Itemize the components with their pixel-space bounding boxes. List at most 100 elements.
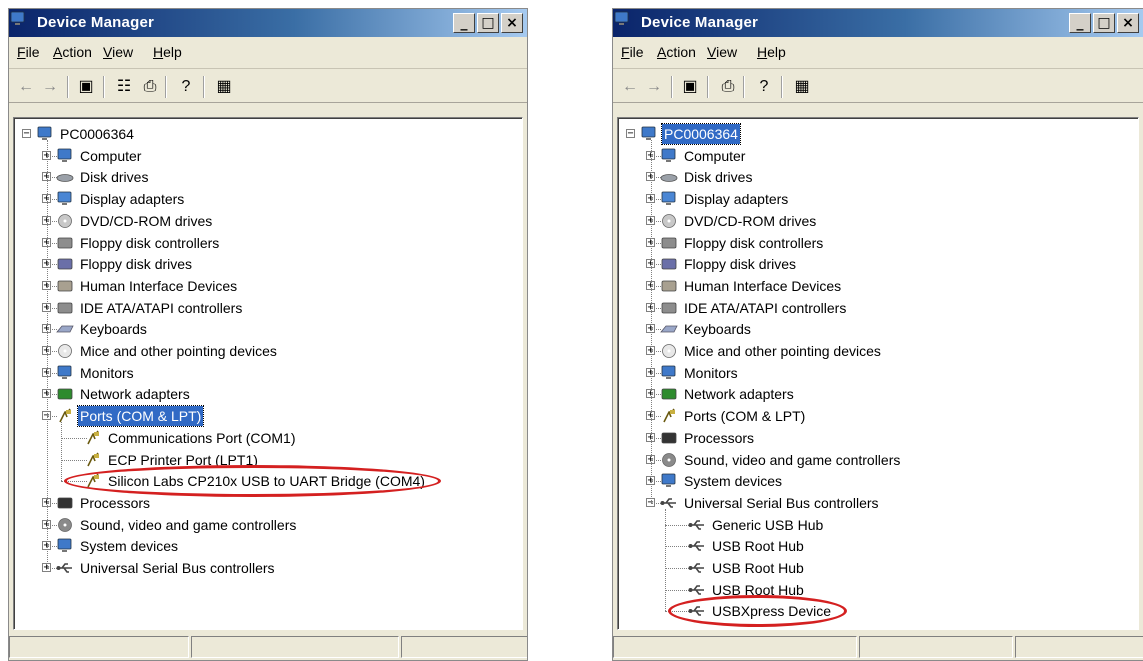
network-adapter-icon	[661, 388, 677, 400]
device-category[interactable]: + Sound, video and game controllers	[618, 450, 1138, 470]
device-tree[interactable]: − PC0006364 + Computer + Disk drives + Display …	[13, 117, 523, 630]
show-hide-tree-icon[interactable]: ▣	[679, 76, 701, 98]
expand-collapse-toggle[interactable]: −	[626, 129, 635, 139]
device-category[interactable]: + Sound, video and game controllers	[14, 515, 522, 535]
device-category[interactable]: + IDE ATA/ATAPI controllers	[14, 298, 522, 318]
device-category[interactable]: + Keyboards	[618, 319, 1138, 339]
menu-help[interactable]: Help	[153, 44, 182, 60]
tree-connector	[47, 140, 48, 568]
menu-action[interactable]: Action	[657, 44, 696, 60]
tree-node-label: Network adapters	[684, 386, 794, 403]
device-category[interactable]: + Human Interface Devices	[618, 276, 1138, 296]
device-category[interactable]: + DVD/CD-ROM drives	[14, 211, 522, 231]
display-adapter-icon	[57, 191, 72, 206]
device-category[interactable]: + Monitors	[618, 363, 1138, 383]
toolbar-separator	[671, 76, 673, 98]
device-category[interactable]: + Computer	[618, 146, 1138, 166]
device-item[interactable]: USB Root Hub	[618, 580, 1138, 600]
show-hide-tree-icon[interactable]: ▣	[75, 76, 97, 98]
properties-icon[interactable]: ☷	[113, 76, 135, 98]
menu-help[interactable]: Help	[757, 44, 786, 60]
device-category[interactable]: + Floppy disk controllers	[14, 233, 522, 253]
help-icon[interactable]: ?	[753, 76, 775, 98]
device-category[interactable]: + Disk drives	[618, 167, 1138, 187]
device-category[interactable]: + Network adapters	[618, 384, 1138, 404]
minimize-button[interactable]: _	[1069, 13, 1091, 33]
close-button[interactable]: ×	[501, 13, 523, 33]
device-tree[interactable]: − PC0006364 + Computer + Disk drives + Display …	[617, 117, 1139, 630]
device-category[interactable]: + Keyboards	[14, 319, 522, 339]
mouse-icon	[58, 344, 72, 358]
menu-view[interactable]: View	[103, 44, 133, 60]
device-manager-window-right: Device Manager _ □ × File Action View Help ← → ▣ ⎙?…	[612, 8, 1143, 661]
hid-icon	[661, 280, 677, 292]
device-category[interactable]: + Disk drives	[14, 167, 522, 187]
maximize-button[interactable]: □	[1093, 13, 1115, 33]
device-item[interactable]: USB Root Hub	[618, 536, 1138, 556]
device-category[interactable]: + IDE ATA/ATAPI controllers	[618, 298, 1138, 318]
device-category[interactable]: + Ports (COM & LPT)	[618, 406, 1138, 426]
scan-hardware-icon[interactable]: ▦	[791, 76, 813, 98]
disk-drive-icon	[56, 174, 74, 183]
menu-file[interactable]: File	[17, 44, 40, 60]
tree-node-label: PC0006364	[661, 123, 741, 145]
maximize-button[interactable]: □	[477, 13, 499, 33]
minimize-button[interactable]: _	[453, 13, 475, 33]
device-category[interactable]: + Display adapters	[14, 189, 522, 209]
tree-connector	[61, 422, 62, 482]
device-category[interactable]: + Computer	[14, 146, 522, 166]
device-category[interactable]: − Universal Serial Bus controllers	[618, 493, 1138, 513]
device-category[interactable]: + Monitors	[14, 363, 522, 383]
dvd-drive-icon	[662, 213, 676, 228]
title-bar[interactable]: Device Manager _ □ ×	[9, 9, 527, 37]
forward-arrow-icon[interactable]: →	[39, 76, 61, 98]
device-category[interactable]: + Mice and other pointing devices	[618, 341, 1138, 361]
print-icon[interactable]: ⎙	[139, 76, 161, 98]
device-category[interactable]: + Processors	[14, 493, 522, 513]
close-button[interactable]: ×	[1117, 13, 1139, 33]
device-category[interactable]: + Network adapters	[14, 384, 522, 404]
device-item[interactable]: Silicon Labs CP210x USB to UART Bridge (…	[14, 471, 522, 491]
expand-collapse-toggle[interactable]: −	[22, 129, 31, 139]
device-item[interactable]: USB Root Hub	[618, 558, 1138, 578]
window-title: Device Manager	[37, 14, 155, 31]
device-item[interactable]: Generic USB Hub	[618, 515, 1138, 535]
forward-arrow-icon[interactable]: →	[643, 76, 665, 98]
device-category[interactable]: + System devices	[618, 471, 1138, 491]
print-icon[interactable]: ⎙	[717, 76, 739, 98]
device-category[interactable]: + Mice and other pointing devices	[14, 341, 522, 361]
device-category[interactable]: + Display adapters	[618, 189, 1138, 209]
help-icon[interactable]: ?	[175, 76, 197, 98]
processor-icon	[661, 432, 677, 444]
usb-icon	[688, 563, 704, 573]
menu-view[interactable]: View	[707, 44, 737, 60]
device-category[interactable]: + Universal Serial Bus controllers	[14, 558, 522, 578]
device-category[interactable]: + Floppy disk drives	[618, 254, 1138, 274]
title-bar[interactable]: Device Manager _ □ ×	[613, 9, 1143, 37]
device-category[interactable]: + Processors	[618, 428, 1138, 448]
scan-hardware-icon[interactable]: ▦	[213, 76, 235, 98]
tree-node-label: Sound, video and game controllers	[80, 516, 297, 533]
device-category[interactable]: + Floppy disk controllers	[618, 233, 1138, 253]
tree-node-label: USB Root Hub	[712, 538, 804, 555]
tree-root[interactable]: − PC0006364	[618, 123, 1138, 145]
disk-drive-icon	[660, 174, 678, 183]
device-item[interactable]: Communications Port (COM1)	[14, 428, 522, 448]
tree-root[interactable]: − PC0006364	[14, 124, 522, 144]
device-category[interactable]: + Floppy disk drives	[14, 254, 522, 274]
device-item[interactable]: ECP Printer Port (LPT1)	[14, 450, 522, 470]
menu-action[interactable]: Action	[53, 44, 92, 60]
menu-file[interactable]: File	[621, 44, 644, 60]
back-arrow-icon[interactable]: ←	[619, 76, 641, 98]
device-item[interactable]: USBXpress Device	[618, 601, 1138, 621]
status-cell	[191, 636, 399, 658]
device-category[interactable]: − Ports (COM & LPT)	[14, 405, 522, 428]
back-arrow-icon[interactable]: ←	[15, 76, 37, 98]
tree-node-label: Network adapters	[80, 386, 190, 403]
tree-node-label: Floppy disk drives	[80, 256, 193, 273]
device-category[interactable]: + DVD/CD-ROM drives	[618, 211, 1138, 231]
tree-node-label: Floppy disk drives	[684, 256, 797, 273]
device-category[interactable]: + System devices	[14, 536, 522, 556]
tree-node-label: Computer	[80, 147, 142, 164]
device-category[interactable]: + Human Interface Devices	[14, 276, 522, 296]
